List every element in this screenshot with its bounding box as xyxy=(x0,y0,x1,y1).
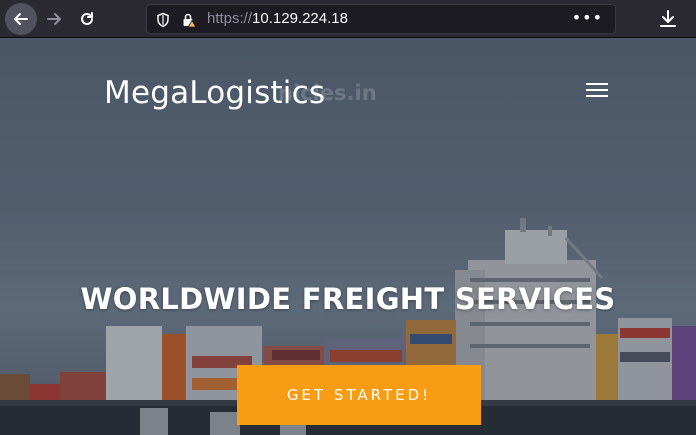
get-started-button[interactable]: GET STARTED! xyxy=(237,365,481,425)
url-host: 10.129.224.18 xyxy=(252,10,348,27)
hamburger-line xyxy=(586,95,608,97)
insecure-lock-icon[interactable] xyxy=(181,12,197,28)
address-bar[interactable]: https://10.129.224.18 ••• xyxy=(146,4,616,34)
hamburger-menu-icon[interactable] xyxy=(586,83,608,99)
hamburger-line xyxy=(586,89,608,91)
shield-icon[interactable] xyxy=(155,12,171,28)
reload-icon xyxy=(81,12,93,25)
watermark-text: nicles.in xyxy=(278,81,377,105)
url-text[interactable]: https://10.129.224.18 xyxy=(207,10,348,27)
download-icon[interactable] xyxy=(656,7,680,31)
hamburger-line xyxy=(586,83,608,85)
page-actions-menu[interactable]: ••• xyxy=(572,8,603,27)
back-button[interactable] xyxy=(5,3,37,35)
browser-toolbar: https://10.129.224.18 ••• xyxy=(0,0,696,38)
arrow-right-icon xyxy=(47,13,61,25)
hero-title: WORLDWIDE FREIGHT SERVICES xyxy=(80,282,616,316)
url-scheme: https:// xyxy=(207,10,253,27)
hero-section: MegaLogistics nicles.in WORLDWIDE FREIGH… xyxy=(0,38,696,435)
reload-button[interactable] xyxy=(71,3,103,35)
arrow-left-icon xyxy=(14,13,28,25)
forward-button[interactable] xyxy=(38,3,70,35)
